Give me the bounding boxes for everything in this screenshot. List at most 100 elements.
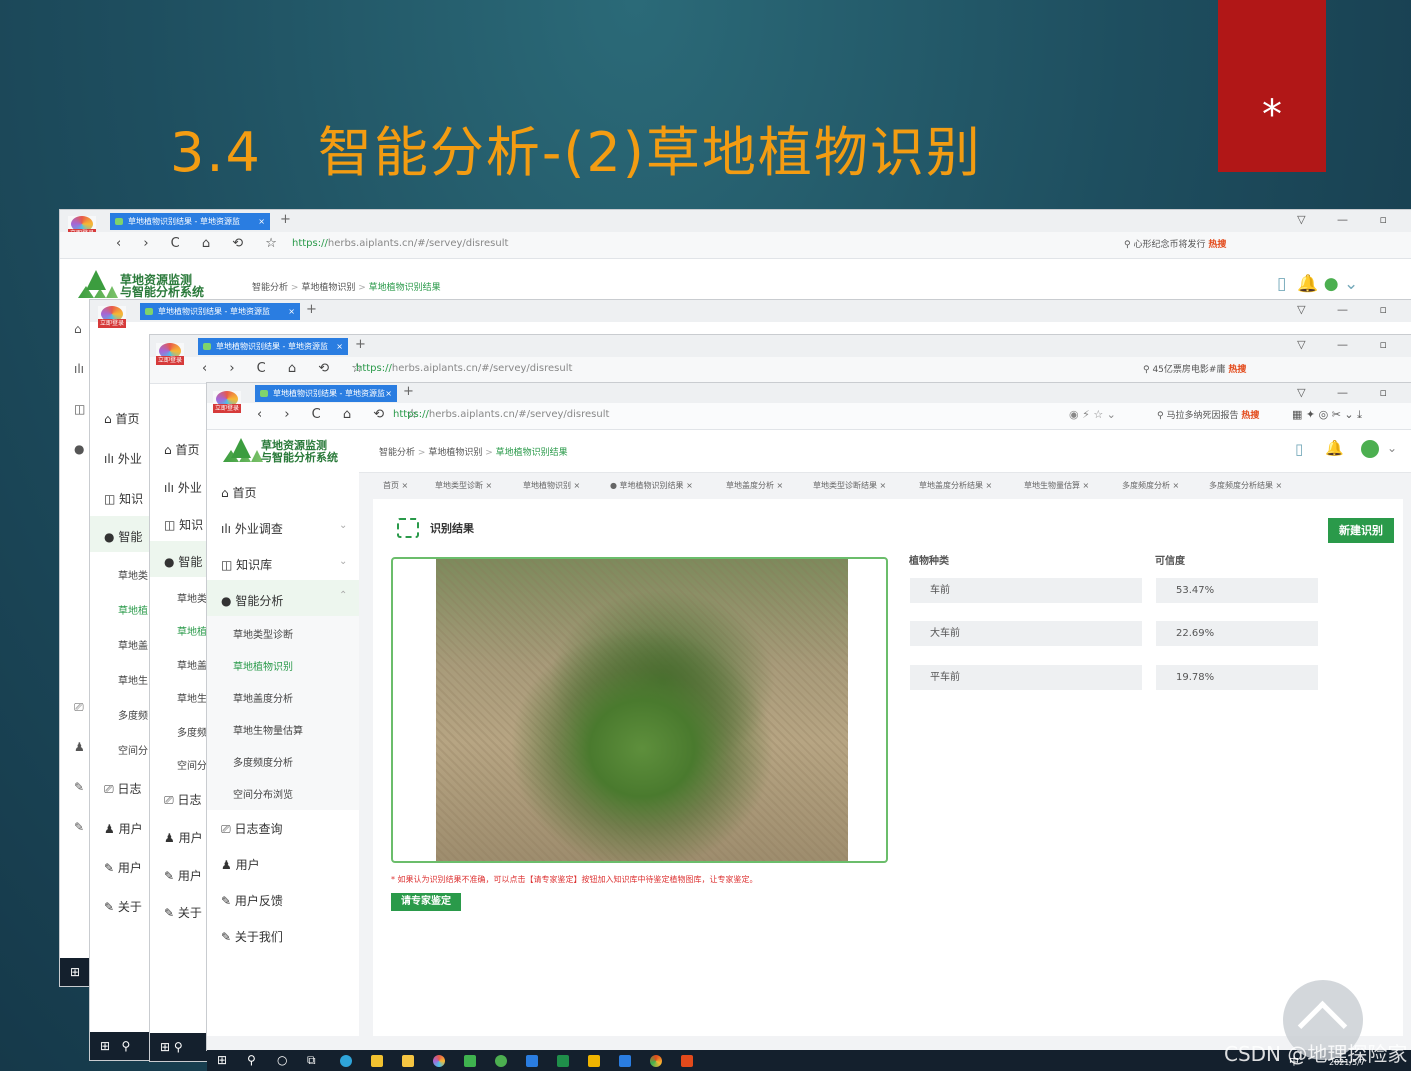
close-icon[interactable]: × (385, 385, 392, 402)
sidebar-sub-item[interactable]: 草地生 (118, 672, 148, 687)
window-controls[interactable]: ▽ — ▫ (1297, 338, 1401, 351)
tab-type-result[interactable]: 草地类型诊断结果 × (813, 479, 886, 493)
expert-review-button[interactable]: 请专家鉴定 (391, 893, 461, 911)
sidebar-item-user[interactable]: ♟ 用户 (221, 856, 260, 873)
browser-tab[interactable]: 草地植物识别结果 - 草地资源监 × (198, 338, 348, 355)
tab-plant-id[interactable]: 草地植物识别 × (523, 479, 580, 493)
browser-logo-icon[interactable] (98, 306, 126, 328)
pdf-icon[interactable] (681, 1055, 693, 1067)
win-start-icon[interactable]: ⊞ (100, 1039, 110, 1053)
close-icon[interactable]: × (1173, 481, 1180, 490)
sidebar-item-about[interactable]: ✎ 关于 (104, 898, 142, 915)
search-box[interactable]: ⚲ 45亿票房电影#庸 热搜 (1143, 362, 1246, 375)
win-start-icon[interactable]: ⊞ (160, 1040, 170, 1054)
cortana-icon[interactable]: ○ (277, 1053, 287, 1067)
sidebar-item-field-survey[interactable]: ılı 外业调查 (221, 520, 283, 537)
sidebar-item-feedback[interactable]: ✎ 用户 (164, 867, 202, 884)
sidebar-sub-item[interactable]: 多度频 (118, 707, 148, 722)
new-tab-icon[interactable]: + (280, 212, 291, 227)
sidebar-item-home[interactable]: ⌂ 首页 (104, 410, 139, 427)
pin-icon[interactable]: ● (74, 442, 84, 456)
tab-plant-id-result[interactable]: ● 草地植物识别结果 × (610, 479, 693, 493)
sidebar-item-field[interactable]: ılı 外业 (104, 450, 142, 467)
sidebar-sub-item[interactable]: 空间分 (177, 757, 207, 772)
wechat-icon[interactable] (464, 1055, 476, 1067)
window-controls[interactable]: ▽ — ▫ (1297, 303, 1401, 316)
new-tab-icon[interactable]: + (306, 302, 317, 317)
chrome-icon[interactable] (650, 1055, 662, 1067)
search-icon[interactable]: ⚲ (247, 1053, 256, 1067)
browser-tab[interactable]: 草地植物识别结果 - 草地资源监 × (255, 385, 397, 402)
sidebar-sub-item-active[interactable]: 草地植物识别 (233, 658, 293, 673)
sidebar-item-user[interactable]: ♟ 用户 (164, 829, 203, 846)
sidebar-sub-item[interactable]: 草地生 (177, 690, 207, 705)
tab-biomass[interactable]: 草地生物量估算 × (1024, 479, 1089, 493)
close-icon[interactable]: × (1276, 481, 1283, 490)
browser-icon[interactable] (433, 1055, 445, 1067)
crumb-2[interactable]: 草地植物识别 (301, 283, 355, 293)
browser-logo-icon[interactable] (156, 343, 184, 365)
close-icon[interactable]: × (258, 213, 265, 230)
sidebar-sub-item[interactable]: 草地盖度分析 (233, 690, 293, 705)
new-tab-icon[interactable]: + (355, 337, 366, 352)
search-icon[interactable]: ⚲ (122, 1039, 131, 1053)
sidebar-item-knowledge[interactable]: ◫ 知识库 (221, 556, 272, 573)
sidebar-sub-item[interactable]: 草地生物量估算 (233, 722, 303, 737)
new-identification-button[interactable]: 新建识别 (1328, 518, 1394, 543)
tab-coverage-result[interactable]: 草地盖度分析结果 × (919, 479, 992, 493)
crumb-1[interactable]: 智能分析 (379, 448, 415, 458)
nav-controls[interactable]: ‹ › C ⌂ ⟲ ☆ (116, 236, 286, 251)
user-icon[interactable]: ♟ (74, 740, 85, 754)
sidebar-sub-item[interactable]: 多度频 (177, 724, 207, 739)
sidebar-item-field[interactable]: ılı 外业 (164, 479, 202, 496)
sidebar-item-about[interactable]: ✎ 关于 (164, 904, 202, 921)
globe-icon[interactable] (495, 1055, 507, 1067)
close-icon[interactable]: × (486, 481, 493, 490)
sidebar-item-home[interactable]: ⌂ 首页 (221, 484, 256, 501)
window-controls[interactable]: ▽ — ▫ (1297, 213, 1401, 226)
notes-icon[interactable] (588, 1055, 600, 1067)
sidebar-sub-item[interactable]: 草地类型诊断 (233, 626, 293, 641)
tab-frequency[interactable]: 多度频度分析 × (1122, 479, 1179, 493)
sidebar-sub-item[interactable]: 空间分布浏览 (233, 786, 293, 801)
close-icon[interactable]: × (686, 481, 693, 490)
browser-tab[interactable]: 草地植物识别结果 - 草地资源监 × (140, 303, 300, 320)
bell-icon[interactable]: 🔔 (1325, 439, 1344, 457)
crumb-1[interactable]: 智能分析 (252, 283, 288, 293)
log-icon[interactable]: ⎚ (74, 700, 84, 715)
close-icon[interactable]: × (574, 481, 581, 490)
sidebar-sub-item[interactable]: 草地类 (177, 590, 207, 605)
close-icon[interactable]: × (336, 338, 343, 355)
address-actions[interactable]: ◉ ⚡ ☆ ⌄ (1069, 408, 1116, 421)
avatar[interactable] (1361, 440, 1379, 458)
sidebar-sub-item[interactable]: 空间分 (118, 742, 148, 757)
bar-chart-icon[interactable]: ılı (74, 362, 84, 376)
sidebar-item-log[interactable]: ⎚ 日志查询 (221, 820, 282, 837)
close-icon[interactable]: × (986, 481, 993, 490)
close-icon[interactable]: × (402, 481, 409, 490)
excel-icon[interactable] (557, 1055, 569, 1067)
mobile-icon[interactable]: ▯ (1295, 440, 1303, 458)
sidebar-sub-item[interactable]: 草地植 (177, 623, 207, 638)
store-icon[interactable] (371, 1055, 383, 1067)
mail-icon[interactable] (526, 1055, 538, 1067)
new-tab-icon[interactable]: + (403, 384, 414, 399)
close-icon[interactable]: × (288, 303, 295, 320)
close-icon[interactable]: × (1083, 481, 1090, 490)
url-field[interactable]: https://herbs.aiplants.cn/#/servey/disre… (356, 363, 572, 374)
toolbar-icons[interactable]: ▯ 🔔 ● ⌄ (1277, 274, 1358, 294)
close-icon[interactable]: × (880, 481, 887, 490)
sidebar-sub-item[interactable]: 草地植 (118, 602, 148, 617)
tab-home[interactable]: 首页 × (383, 479, 408, 493)
sidebar-sub-item[interactable]: 草地类 (118, 567, 148, 582)
sidebar-item-log[interactable]: ⎚ 日志 (164, 791, 201, 808)
nav-controls[interactable]: ‹ › C ⌂ ⟲ ☆ (202, 361, 372, 376)
sidebar-sub-item[interactable]: 草地盖 (177, 657, 207, 672)
about-icon[interactable]: ✎ (74, 820, 84, 834)
folder-icon[interactable] (402, 1055, 414, 1067)
home-icon[interactable]: ⌂ (74, 322, 82, 336)
win-start-button[interactable]: ⊞ (60, 958, 90, 986)
sidebar-item-feedback[interactable]: ✎ 用户反馈 (221, 892, 283, 909)
window-controls[interactable]: ▽ — ▫ (1297, 386, 1401, 399)
sidebar-item-knowledge[interactable]: ◫ 知识 (164, 516, 203, 533)
